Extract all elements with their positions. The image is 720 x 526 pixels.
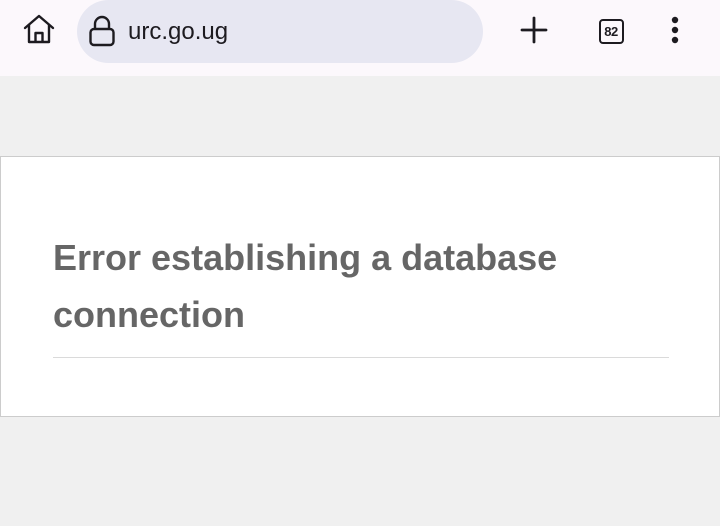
url-text[interactable]: urc.go.ug (128, 17, 228, 47)
more-vert-icon (670, 15, 680, 50)
address-bar[interactable]: urc.go.ug (77, 0, 483, 63)
new-tab-button[interactable] (514, 12, 554, 52)
browser-toolbar: urc.go.ug 82 (0, 0, 720, 76)
plus-icon (519, 15, 549, 50)
tab-count: 82 (604, 23, 618, 39)
home-icon (22, 13, 56, 50)
tab-switcher-button[interactable]: 82 (596, 16, 626, 46)
divider (53, 357, 669, 358)
error-card: Error establishing a database connection (0, 156, 720, 417)
tab-switcher-icon: 82 (598, 18, 624, 44)
error-heading: Error establishing a database connection (53, 237, 558, 335)
home-button[interactable] (18, 13, 60, 49)
more-menu-button[interactable] (660, 12, 690, 52)
lock-icon[interactable] (88, 15, 116, 47)
